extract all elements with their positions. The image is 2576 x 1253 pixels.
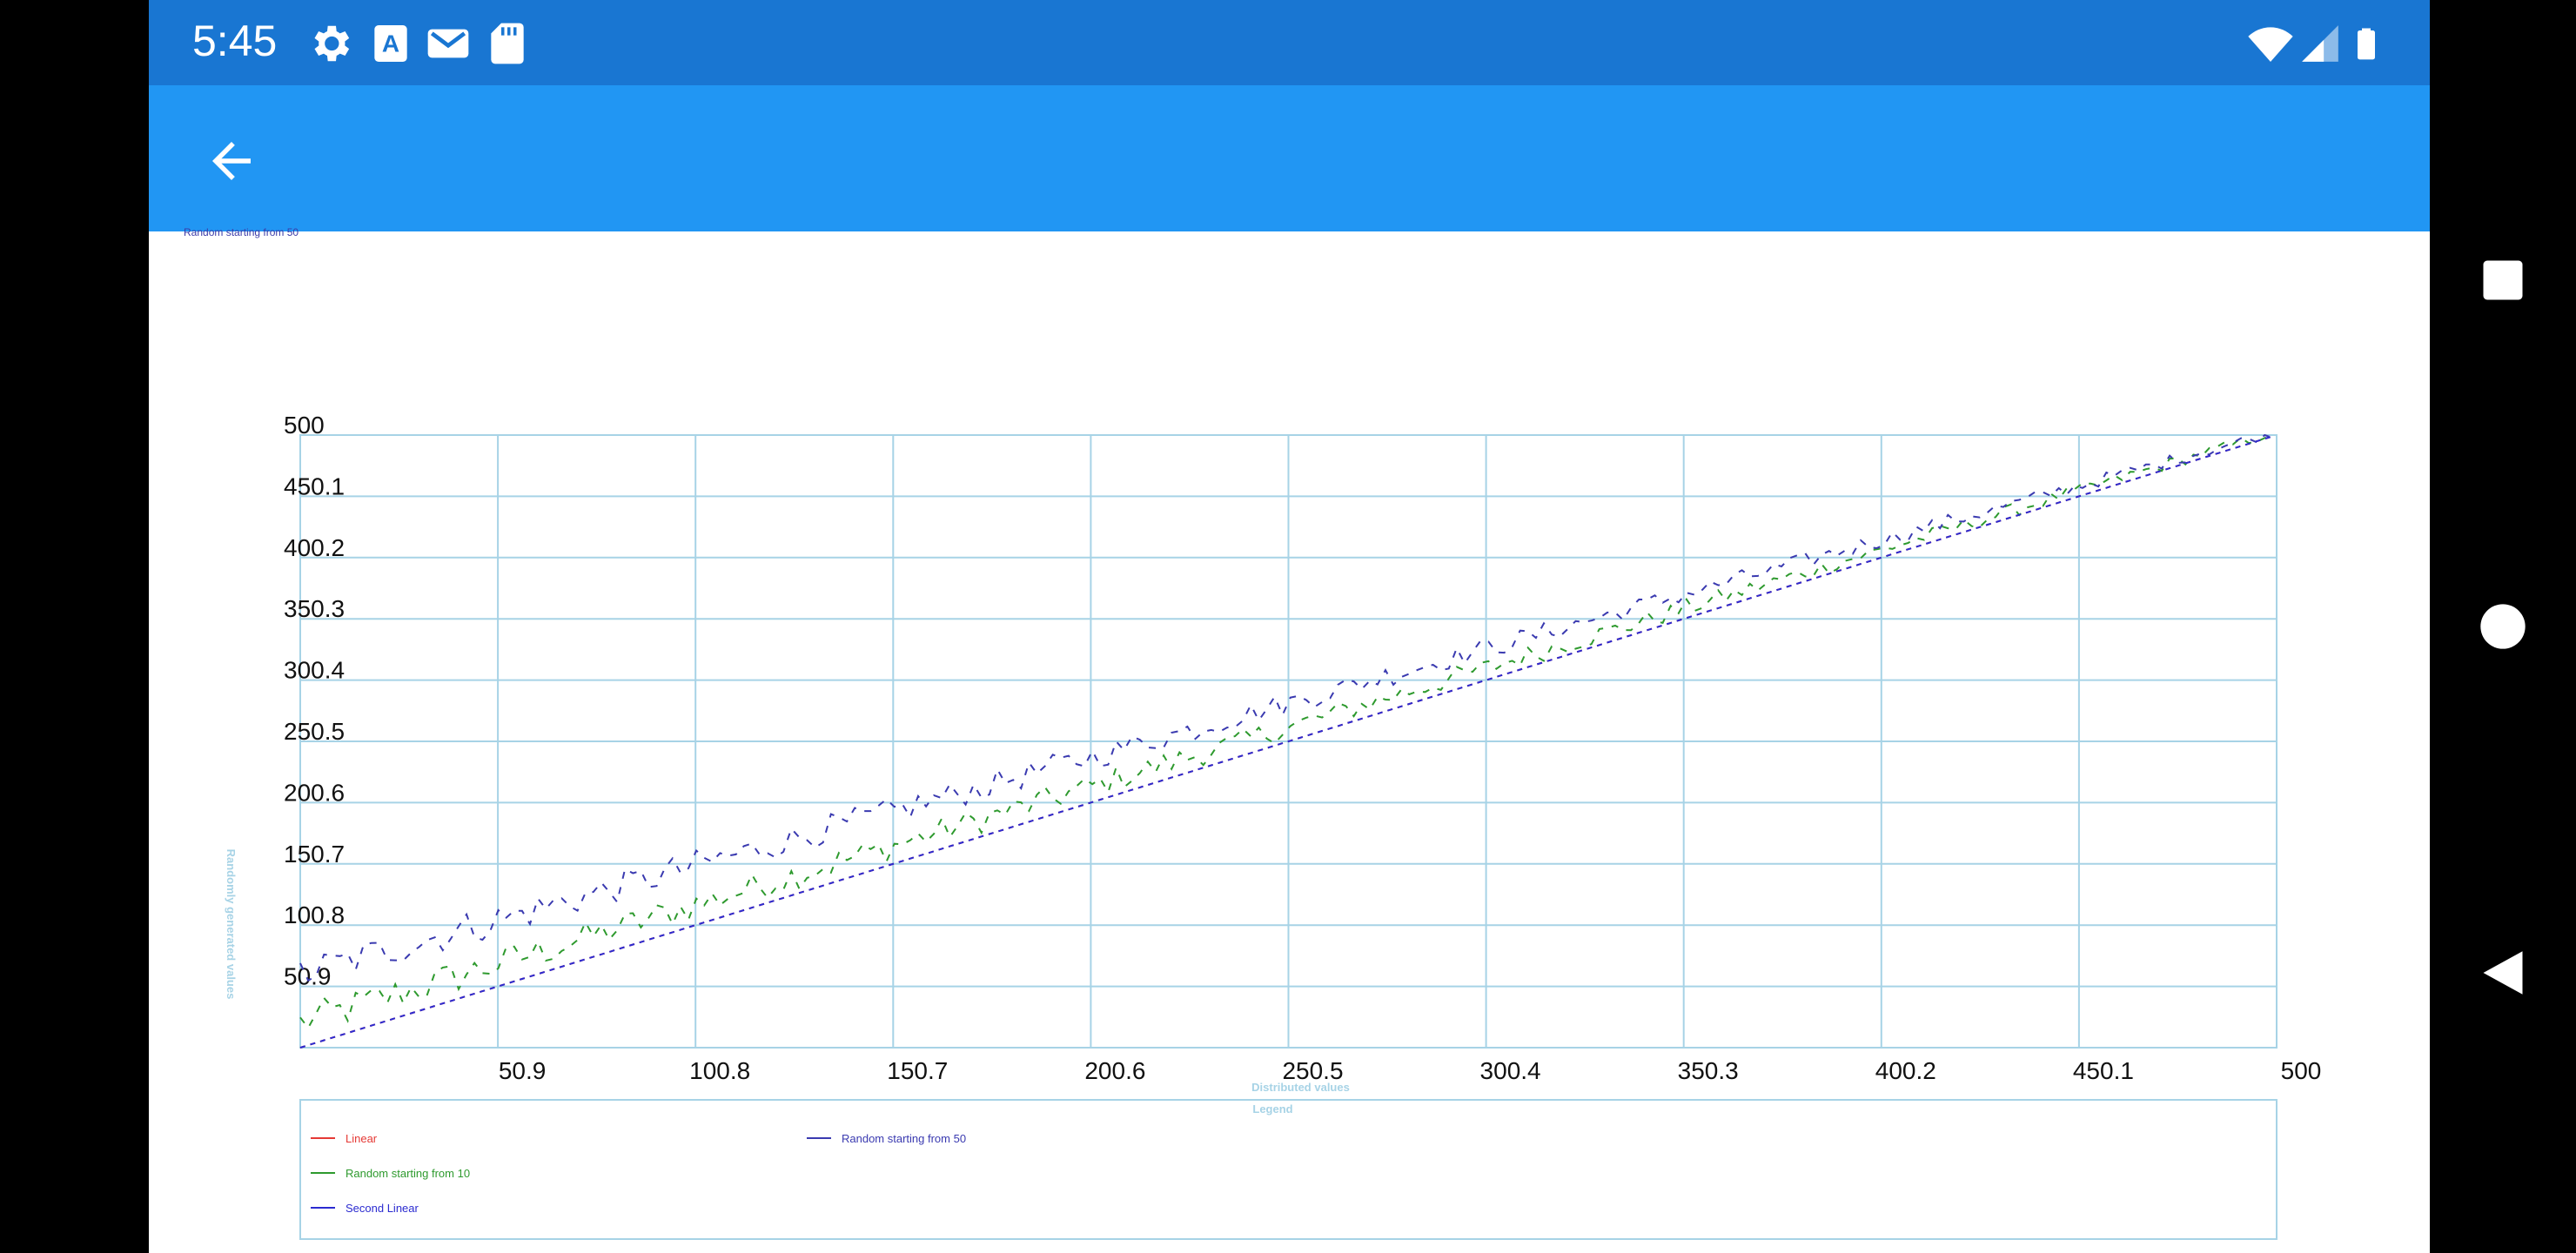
y-tick-label: 50.9 bbox=[284, 963, 332, 990]
back-button[interactable] bbox=[192, 122, 271, 200]
x-tick-label: 200.6 bbox=[1084, 1057, 1145, 1084]
status-bar: 5:45 A bbox=[149, 0, 2430, 85]
home-button[interactable] bbox=[2465, 588, 2541, 665]
x-tick-label: 300.4 bbox=[1480, 1057, 1541, 1084]
series-random-50 bbox=[299, 433, 2273, 982]
navigation-bar bbox=[2430, 0, 2576, 1253]
legend-label: Second Linear bbox=[345, 1202, 419, 1215]
legend-label: Random starting from 50 bbox=[842, 1132, 966, 1145]
legend-label: Linear bbox=[345, 1132, 378, 1145]
app-bar bbox=[149, 85, 2430, 231]
y-tick-label: 450.1 bbox=[284, 472, 345, 499]
text-a-icon: A bbox=[366, 19, 415, 68]
x-tick-label: 400.2 bbox=[1875, 1057, 1936, 1084]
x-axis-label: Distributed values bbox=[1251, 1081, 1350, 1094]
y-axis-label: Randomly generated values bbox=[225, 849, 238, 1000]
gmail-icon bbox=[424, 19, 473, 68]
chart-title: Random starting from 50 bbox=[184, 226, 299, 238]
x-tick-label: 450.1 bbox=[2073, 1057, 2134, 1084]
y-tick-label: 200.6 bbox=[284, 779, 345, 806]
x-tick-label: 350.3 bbox=[1678, 1057, 1739, 1084]
wifi-icon bbox=[2244, 19, 2293, 68]
x-tick-label: 150.7 bbox=[887, 1057, 948, 1084]
x-tick-label: 500 bbox=[2281, 1057, 2322, 1084]
y-tick-label: 100.8 bbox=[284, 901, 345, 928]
y-tick-label: 500 bbox=[284, 412, 325, 439]
series-random-10 bbox=[299, 434, 2273, 1030]
y-tick-label: 150.7 bbox=[284, 841, 345, 868]
svg-text:A: A bbox=[382, 30, 399, 57]
recents-icon bbox=[2483, 260, 2523, 300]
legend-label: Random starting from 10 bbox=[345, 1167, 470, 1180]
back-nav-button[interactable] bbox=[2465, 935, 2541, 1011]
battery-icon bbox=[2349, 19, 2398, 68]
y-tick-label: 350.3 bbox=[284, 595, 345, 622]
x-tick-label: 50.9 bbox=[499, 1057, 547, 1084]
arrow-back-icon bbox=[212, 142, 251, 180]
y-tick-label: 300.4 bbox=[284, 657, 345, 684]
app-screen: 50.9 100.8 150.7 200.6 250.5 300.4 350.3 400.2 4… bbox=[149, 0, 2430, 1253]
signal-icon bbox=[2298, 19, 2347, 68]
legend-box bbox=[299, 1099, 2277, 1240]
settings-icon bbox=[305, 19, 354, 68]
legend-title: Legend bbox=[1252, 1102, 1292, 1116]
status-time: 5:45 bbox=[192, 17, 278, 65]
sd-card-icon bbox=[483, 19, 532, 68]
y-tick-label: 400.2 bbox=[284, 534, 345, 561]
back-nav-icon bbox=[2483, 951, 2523, 995]
y-tick-label: 250.5 bbox=[284, 718, 345, 745]
x-tick-label: 100.8 bbox=[689, 1057, 750, 1084]
home-icon bbox=[2480, 604, 2526, 649]
recents-button[interactable] bbox=[2465, 242, 2541, 318]
